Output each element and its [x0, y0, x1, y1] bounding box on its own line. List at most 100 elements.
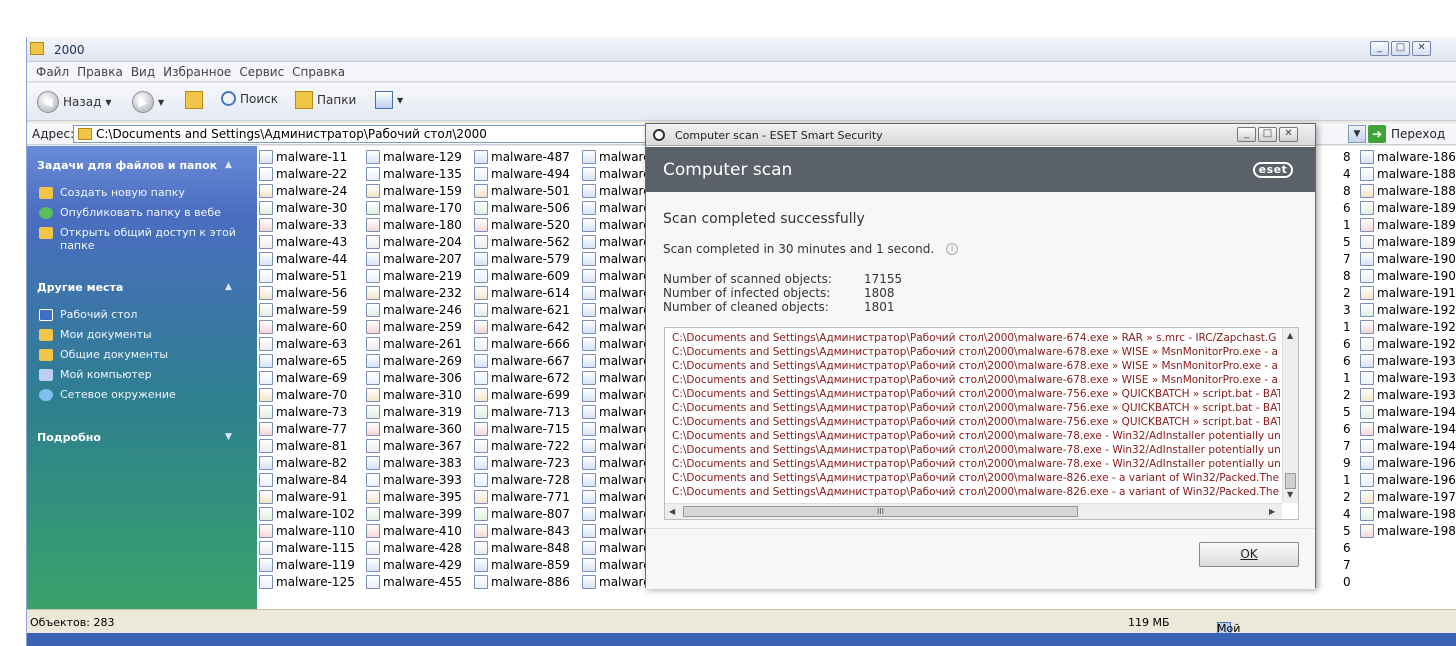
file-item[interactable]: malware	[582, 488, 651, 505]
file-item[interactable]: malware-129	[366, 148, 462, 165]
file-item[interactable]: malware-159	[366, 182, 462, 199]
file-item[interactable]: malware-667	[474, 352, 570, 369]
file-item-fragment[interactable]: 9	[1343, 454, 1351, 471]
file-item[interactable]: malware-494	[474, 165, 570, 182]
horizontal-scroll-thumb[interactable]: III	[683, 506, 1078, 517]
minimize-button[interactable]: _	[1370, 41, 1389, 56]
file-item[interactable]: malware-59	[259, 301, 355, 318]
file-item-fragment[interactable]: 3	[1343, 301, 1351, 318]
file-item[interactable]: malware-33	[259, 216, 355, 233]
file-item[interactable]: malware-1938	[1360, 386, 1456, 403]
file-item[interactable]: malware-73	[259, 403, 355, 420]
scan-log[interactable]: C:\Documents and Settings\Администратор\…	[664, 327, 1299, 520]
file-item[interactable]: malware-428	[366, 539, 462, 556]
menu-view[interactable]: Вид	[130, 62, 162, 81]
file-item[interactable]: malware	[582, 199, 651, 216]
file-item-fragment[interactable]: 8	[1343, 148, 1351, 165]
file-item[interactable]: malware-487	[474, 148, 570, 165]
file-item-fragment[interactable]: 2	[1343, 284, 1351, 301]
file-item-fragment[interactable]: 8	[1343, 267, 1351, 284]
file-item[interactable]: malware-722	[474, 437, 570, 454]
file-item[interactable]: malware-65	[259, 352, 355, 369]
file-item[interactable]: malware-642	[474, 318, 570, 335]
file-item[interactable]: malware-393	[366, 471, 462, 488]
file-item[interactable]: malware-70	[259, 386, 355, 403]
file-item[interactable]: malware-246	[366, 301, 462, 318]
file-item-fragment[interactable]: 8	[1343, 182, 1351, 199]
file-item[interactable]: malware-399	[366, 505, 462, 522]
file-item[interactable]: malware-1929	[1360, 335, 1456, 352]
file-item[interactable]: malware-699	[474, 386, 570, 403]
file-item-fragment[interactable]: 6	[1343, 352, 1351, 369]
ok-button[interactable]: OK	[1199, 542, 1299, 567]
file-item[interactable]: malware-1888	[1360, 182, 1456, 199]
file-item-fragment[interactable]: 2	[1343, 488, 1351, 505]
file-item-fragment[interactable]: 6	[1343, 199, 1351, 216]
file-item[interactable]: malware-269	[366, 352, 462, 369]
file-item[interactable]: malware	[582, 182, 651, 199]
task-new-folder[interactable]: Создать новую папку	[39, 186, 249, 199]
tasks-section-title[interactable]: Задачи для файлов и папок	[37, 159, 217, 172]
file-item[interactable]: malware-125	[259, 573, 355, 590]
file-item[interactable]: malware-11	[259, 148, 355, 165]
file-item[interactable]: malware	[582, 250, 651, 267]
address-dropdown-button[interactable]: ▼	[1348, 125, 1366, 143]
maximize-button[interactable]: □	[1258, 127, 1277, 142]
file-item-fragment[interactable]: 7	[1343, 556, 1351, 573]
log-vertical-scrollbar[interactable]: ▲ ▼	[1282, 328, 1298, 503]
file-item[interactable]: malware-520	[474, 216, 570, 233]
close-button[interactable]: ✕	[1412, 41, 1431, 56]
file-item[interactable]: malware-506	[474, 199, 570, 216]
collapse-chevron-icon[interactable]: ▲	[225, 282, 232, 292]
file-item[interactable]: malware-395	[366, 488, 462, 505]
file-item[interactable]: malware-84	[259, 471, 355, 488]
file-item-fragment[interactable]: 6	[1343, 420, 1351, 437]
file-item-fragment[interactable]: 1	[1343, 369, 1351, 386]
file-item[interactable]: malware	[582, 505, 651, 522]
file-item[interactable]: malware-30	[259, 199, 355, 216]
file-item[interactable]: malware-859	[474, 556, 570, 573]
file-item[interactable]: malware-63	[259, 335, 355, 352]
file-item[interactable]: malware-429	[366, 556, 462, 573]
scroll-up-icon[interactable]: ▲	[1287, 331, 1293, 340]
file-item[interactable]: malware-232	[366, 284, 462, 301]
place-my-computer[interactable]: Мой компьютер	[39, 368, 249, 381]
file-item[interactable]: malware-102	[259, 505, 355, 522]
file-item[interactable]: malware-848	[474, 539, 570, 556]
search-button[interactable]: Поиск	[221, 91, 278, 106]
eset-title-bar[interactable]: Computer scan - ESET Smart Security _ □ …	[646, 124, 1315, 146]
file-item[interactable]: malware-43	[259, 233, 355, 250]
file-item[interactable]: malware-1937	[1360, 369, 1456, 386]
file-item[interactable]: malware	[582, 522, 651, 539]
file-item[interactable]: malware	[582, 352, 651, 369]
file-item-fragment[interactable]: 5	[1343, 233, 1351, 250]
file-item[interactable]: malware-261	[366, 335, 462, 352]
file-item[interactable]: malware-1868	[1360, 148, 1456, 165]
file-item-fragment[interactable]: 5	[1343, 403, 1351, 420]
file-item[interactable]: malware-360	[366, 420, 462, 437]
file-item[interactable]: malware-1897	[1360, 233, 1456, 250]
file-item[interactable]: malware	[582, 556, 651, 573]
task-publish-web[interactable]: Опубликовать папку в вебе	[39, 206, 249, 219]
file-item[interactable]: malware-1984	[1360, 505, 1456, 522]
file-item[interactable]: malware	[582, 148, 651, 165]
file-item[interactable]: malware-180	[366, 216, 462, 233]
file-item-fragment[interactable]: 0	[1343, 573, 1351, 590]
place-shared-documents[interactable]: Общие документы	[39, 348, 249, 361]
file-item[interactable]: malware-501	[474, 182, 570, 199]
file-item[interactable]: malware	[582, 267, 651, 284]
file-item[interactable]: malware-306	[366, 369, 462, 386]
file-item-fragment[interactable]: 4	[1343, 505, 1351, 522]
file-item[interactable]: malware-1920	[1360, 301, 1456, 318]
places-section-title[interactable]: Другие места	[37, 281, 123, 294]
file-item[interactable]: malware-562	[474, 233, 570, 250]
file-item[interactable]: malware-1892	[1360, 199, 1456, 216]
file-item[interactable]: malware-807	[474, 505, 570, 522]
file-item[interactable]: malware-1943	[1360, 420, 1456, 437]
file-item[interactable]: malware	[582, 318, 651, 335]
file-item[interactable]: malware-24	[259, 182, 355, 199]
chevron-down-icon[interactable]: ▼	[397, 96, 403, 105]
file-item-fragment[interactable]: 7	[1343, 437, 1351, 454]
file-item-fragment[interactable]: 5	[1343, 522, 1351, 539]
file-item[interactable]: malware-259	[366, 318, 462, 335]
